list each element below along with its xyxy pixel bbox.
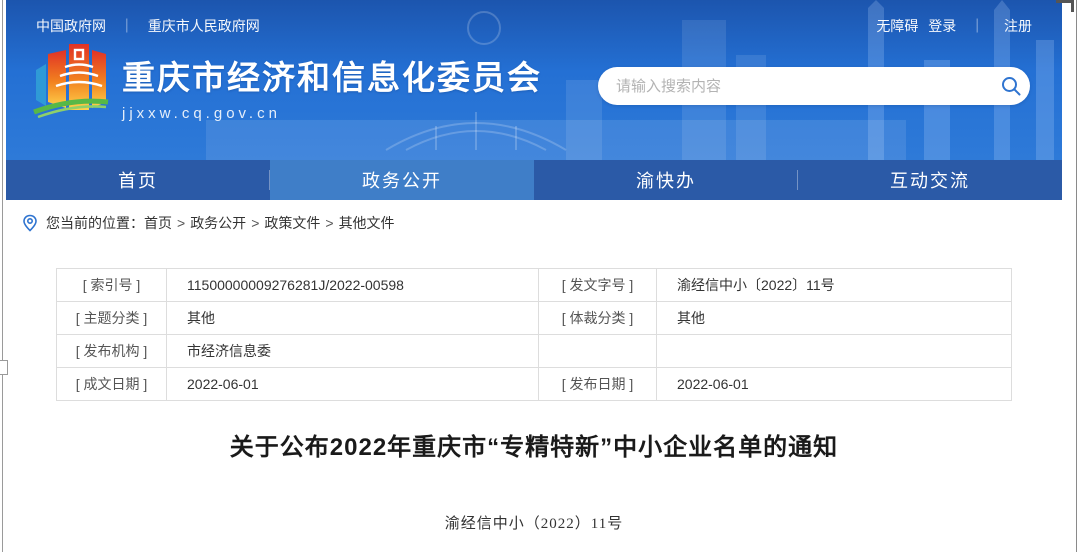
crop-corner-mark <box>1056 0 1074 12</box>
meta-value-written-date: 2022-06-01 <box>167 368 539 401</box>
site-url: jjxxw.cq.gov.cn <box>122 105 542 122</box>
meta-value-genre-class: 其他 <box>657 302 1012 335</box>
meta-value-publish-date: 2022-06-01 <box>657 368 1012 401</box>
meta-label-topic-class: [ 主题分类 ] <box>57 302 167 335</box>
meta-label-doc-symbol: [ 发文字号 ] <box>539 269 657 302</box>
meta-label-empty <box>539 335 657 368</box>
meta-value-index-no: 11500000009276281J/2022-00598 <box>167 269 539 302</box>
breadcrumb-item-home[interactable]: 首页 <box>144 213 172 233</box>
table-row: [ 成文日期 ] 2022-06-01 [ 发布日期 ] 2022-06-01 <box>57 368 1012 401</box>
search-box <box>598 67 1030 105</box>
search-icon[interactable] <box>992 67 1030 105</box>
page: 中国政府网 ｜ 重庆市人民政府网 无障碍 登录 ｜ 注册 <box>6 0 1062 533</box>
document-meta-table: [ 索引号 ] 11500000009276281J/2022-00598 [ … <box>56 268 1012 401</box>
meta-value-issuing-agency: 市经济信息委 <box>167 335 539 368</box>
topbar-separator: ｜ <box>120 18 134 34</box>
breadcrumb-separator: > <box>325 215 333 231</box>
link-china-gov[interactable]: 中国政府网 <box>36 18 106 34</box>
meta-label-index-no: [ 索引号 ] <box>57 269 167 302</box>
search-input[interactable] <box>598 78 992 95</box>
link-login[interactable]: 登录 <box>928 18 956 34</box>
breadcrumb-item-policy-files[interactable]: 政策文件 <box>264 213 320 233</box>
breadcrumb: 您当前的位置： 首页 > 政务公开 > 政策文件 > 其他文件 <box>6 200 1062 246</box>
page-title: 关于公布2022年重庆市“专精特新”中小企业名单的通知 <box>6 427 1062 462</box>
table-row: [ 索引号 ] 11500000009276281J/2022-00598 [ … <box>57 269 1012 302</box>
top-utility-bar: 中国政府网 ｜ 重庆市人民政府网 无障碍 登录 ｜ 注册 <box>6 0 1062 36</box>
meta-label-written-date: [ 成文日期 ] <box>57 368 167 401</box>
link-register[interactable]: 注册 <box>1004 18 1032 34</box>
crop-edge-right <box>1076 0 1077 552</box>
nav-tab-gov-affairs[interactable]: 政务公开 <box>270 160 534 200</box>
link-accessibility[interactable]: 无障碍 <box>876 18 918 34</box>
crop-edge-left <box>2 0 3 552</box>
meta-value-empty <box>657 335 1012 368</box>
breadcrumb-prefix: 您当前的位置： <box>46 213 144 233</box>
meta-label-genre-class: [ 体裁分类 ] <box>539 302 657 335</box>
location-pin-icon <box>22 214 38 232</box>
nav-tab-yukuaiban[interactable]: 渝快办 <box>534 160 798 200</box>
breadcrumb-separator: > <box>177 215 185 231</box>
meta-value-doc-symbol: 渝经信中小〔2022〕11号 <box>657 269 1012 302</box>
breadcrumb-separator: > <box>251 215 259 231</box>
table-row: [ 主题分类 ] 其他 [ 体裁分类 ] 其他 <box>57 302 1012 335</box>
site-title: 重庆市经济和信息化委员会 <box>122 51 542 99</box>
meta-value-topic-class: 其他 <box>167 302 539 335</box>
site-header: 中国政府网 ｜ 重庆市人民政府网 无障碍 登录 ｜ 注册 <box>6 0 1062 160</box>
main-nav: 首页 政务公开 渝快办 互动交流 <box>6 160 1062 200</box>
nav-tab-home[interactable]: 首页 <box>6 160 270 200</box>
meta-label-publish-date: [ 发布日期 ] <box>539 368 657 401</box>
crop-handle <box>0 360 8 375</box>
topbar-separator: ｜ <box>970 18 984 34</box>
document-number: 渝经信中小（2022）11号 <box>6 512 1062 533</box>
nav-tab-interaction[interactable]: 互动交流 <box>798 160 1062 200</box>
breadcrumb-item-other-files[interactable]: 其他文件 <box>339 213 395 233</box>
meta-label-issuing-agency: [ 发布机构 ] <box>57 335 167 368</box>
link-cq-gov[interactable]: 重庆市人民政府网 <box>148 18 260 34</box>
table-row: [ 发布机构 ] 市经济信息委 <box>57 335 1012 368</box>
breadcrumb-item-gov-affairs[interactable]: 政务公开 <box>190 213 246 233</box>
site-logo-icon[interactable] <box>32 40 110 126</box>
